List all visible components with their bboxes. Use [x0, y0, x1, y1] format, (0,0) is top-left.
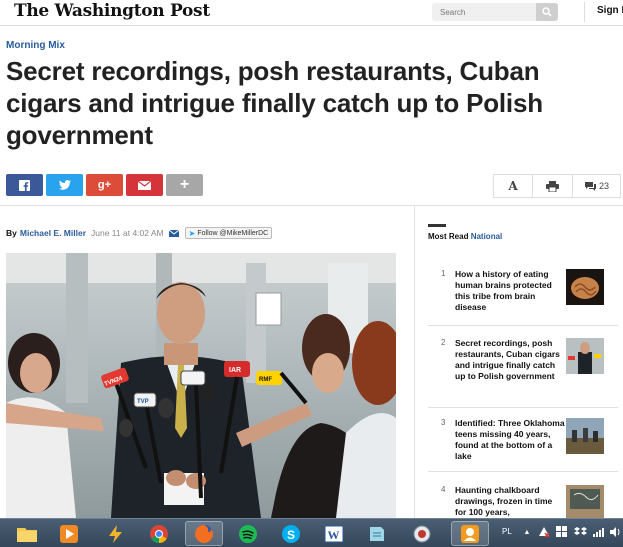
most-read-item[interactable]: 3 Identified: Three Oklahoma teens missi…	[428, 418, 618, 472]
skype-icon: S	[282, 524, 300, 543]
most-read-section[interactable]: National	[471, 232, 503, 241]
most-read-title-link[interactable]: How a history of eating human brains pro…	[455, 269, 565, 313]
search-box	[432, 3, 558, 21]
orb-app-icon	[413, 525, 431, 542]
most-read-accent	[428, 224, 446, 227]
comment-count: 23	[598, 181, 609, 191]
network-icon[interactable]	[591, 525, 605, 539]
windows-taskbar: S W PL ▲	[0, 518, 623, 547]
taskbar-chrome[interactable]	[140, 521, 178, 546]
sign-in-link[interactable]: Sign I	[597, 5, 623, 16]
text-size-icon: A	[508, 179, 518, 193]
most-read-title-link[interactable]: Secret recordings, posh restaurants, Cub…	[455, 338, 565, 382]
taskbar-notes-app[interactable]	[358, 521, 396, 546]
site-header: The Washington Post Sign I	[0, 0, 623, 26]
most-read-title: Most Read	[428, 232, 469, 241]
taskbar-skype[interactable]: S	[272, 521, 310, 546]
windows-icon[interactable]	[555, 525, 569, 539]
most-read-thumbnail[interactable]	[566, 418, 604, 454]
most-read-item[interactable]: 1 How a history of eating human brains p…	[428, 269, 618, 326]
lightning-app-icon	[109, 524, 122, 543]
most-read-item[interactable]: 2 Secret recordings, posh restaurants, C…	[428, 338, 618, 408]
envelope-icon	[138, 180, 151, 190]
folder-icon	[17, 527, 37, 542]
twitter-follow-button[interactable]: ➤ Follow @MikeMillerDC	[184, 227, 273, 239]
byline: By Michael E. Miller June 11 at 4:02 AM …	[6, 227, 273, 239]
taskbar-avatar-app[interactable]	[451, 521, 489, 546]
taskbar-file-explorer[interactable]	[8, 521, 46, 546]
more-share-button[interactable]: +	[166, 174, 203, 196]
taskbar-spotify[interactable]	[229, 521, 267, 546]
search-input[interactable]	[432, 3, 536, 21]
notes-icon	[370, 526, 384, 541]
most-read-title-link[interactable]: Haunting chalkboard drawings, frozen in …	[455, 485, 565, 518]
facebook-share-button[interactable]	[6, 174, 43, 196]
svg-text:W: W	[328, 528, 340, 542]
most-read-rank: 3	[441, 418, 446, 427]
printer-icon	[546, 180, 559, 192]
author-link[interactable]: Michael E. Miller	[20, 228, 86, 238]
plus-icon: +	[179, 176, 190, 193]
browser-page: { "header": { "logo": "The Washington Po…	[0, 0, 623, 547]
email-author-icon[interactable]	[168, 229, 179, 237]
firefox-icon	[195, 524, 213, 543]
site-logo[interactable]: The Washington Post	[14, 1, 210, 21]
most-read-heading: Most Read National	[428, 232, 502, 241]
facebook-icon	[19, 179, 30, 191]
taskbar-media-player[interactable]	[50, 521, 88, 546]
taskbar-app-lightning[interactable]	[97, 521, 135, 546]
spotify-icon	[239, 524, 257, 543]
comments-button[interactable]: 23	[573, 174, 621, 198]
taskbar-firefox[interactable]	[185, 521, 223, 546]
byline-prefix: By	[6, 228, 17, 238]
volume-icon[interactable]	[608, 525, 622, 539]
text-size-button[interactable]: A	[493, 174, 533, 198]
most-read-title-link[interactable]: Identified: Three Oklahoma teens missing…	[455, 418, 565, 462]
most-read-rank: 2	[441, 338, 446, 347]
chrome-icon	[150, 524, 168, 543]
dropbox-icon[interactable]	[573, 525, 587, 539]
most-read-thumbnail[interactable]	[566, 269, 604, 305]
most-read-thumbnail[interactable]	[566, 338, 604, 374]
article-photo: TVN24 TVP IAR RMF	[6, 253, 396, 518]
article-headline: Secret recordings, posh restaurants, Cub…	[6, 56, 543, 150]
search-icon	[542, 7, 552, 17]
mic-label: IAR	[229, 367, 241, 374]
search-button[interactable]	[536, 3, 558, 21]
media-player-icon	[60, 524, 78, 543]
comment-bubble-icon	[584, 182, 596, 191]
input-language-indicator[interactable]: PL	[502, 527, 512, 536]
header-divider	[584, 2, 585, 22]
mic-label: TVP	[137, 399, 149, 405]
svg-text:S: S	[287, 528, 295, 542]
email-share-button[interactable]	[126, 174, 163, 196]
section-divider	[0, 205, 623, 206]
most-read-thumbnail[interactable]	[566, 485, 604, 521]
twitter-icon	[58, 180, 71, 190]
google-plus-share-button[interactable]: g+	[86, 174, 123, 196]
avatar-app-icon	[461, 524, 479, 543]
twitter-bird-icon: ➤	[188, 228, 196, 238]
section-kicker[interactable]: Morning Mix	[6, 40, 65, 51]
mic-label: RMF	[259, 377, 272, 383]
action-center-icon[interactable]	[537, 525, 551, 539]
twitter-share-button[interactable]	[46, 174, 83, 196]
word-icon: W	[324, 525, 344, 542]
taskbar-word[interactable]: W	[315, 521, 353, 546]
column-divider	[414, 206, 415, 518]
print-button[interactable]	[533, 174, 573, 198]
google-plus-icon: g+	[97, 179, 112, 191]
follow-label: Follow @MikeMillerDC	[197, 229, 269, 237]
show-hidden-icons-button[interactable]: ▲	[520, 525, 534, 539]
most-read-rank: 1	[441, 269, 446, 278]
publish-date: June 11 at 4:02 AM	[91, 228, 164, 238]
most-read-rank: 4	[441, 485, 446, 494]
taskbar-app-orb[interactable]	[403, 521, 441, 546]
